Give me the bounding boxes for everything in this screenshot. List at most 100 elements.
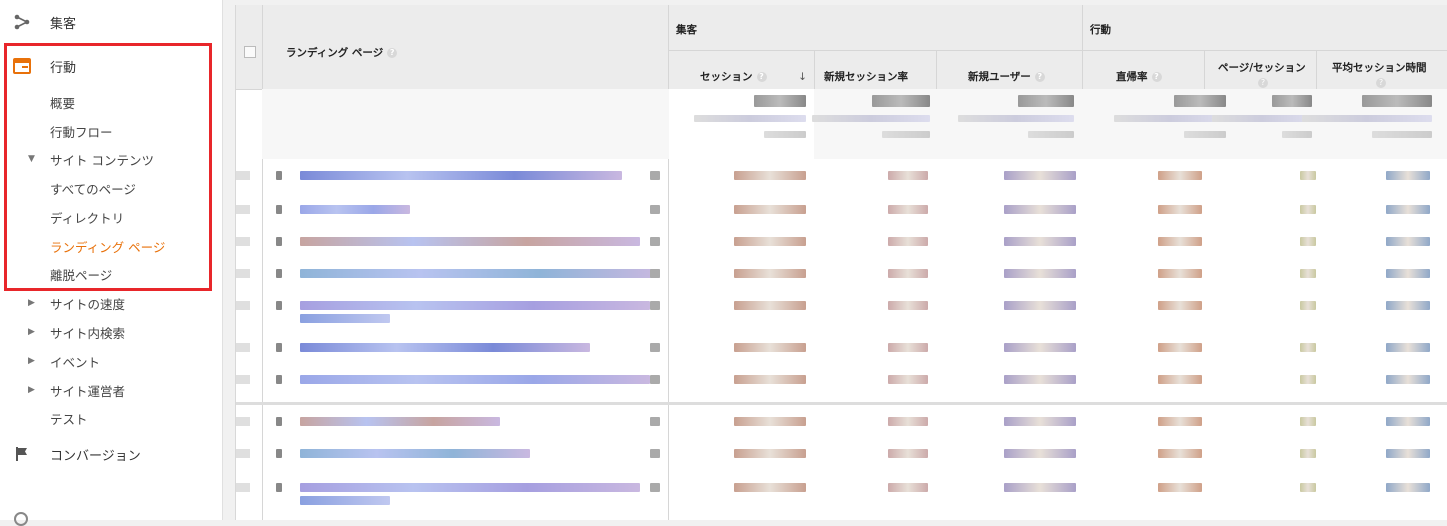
col-pages-per-session[interactable]: ページ/セッション xyxy=(1218,60,1306,75)
obscured-value xyxy=(300,171,622,180)
obscured-value xyxy=(1018,95,1074,107)
table-row[interactable] xyxy=(236,237,1447,267)
help-icon[interactable]: ? xyxy=(1376,78,1386,88)
help-icon[interactable]: ? xyxy=(1151,72,1162,82)
obscured-value xyxy=(872,95,930,107)
obscured-value xyxy=(276,269,282,278)
row-index xyxy=(236,417,250,426)
obscured-value xyxy=(888,269,928,278)
obscured-value xyxy=(650,449,660,458)
row-index xyxy=(236,449,250,458)
obscured-value xyxy=(300,205,410,214)
obscured-value xyxy=(300,237,640,246)
help-icon[interactable]: ? xyxy=(756,72,767,82)
obscured-value xyxy=(650,171,660,180)
nav-acquisition[interactable]: 集客 xyxy=(0,2,222,42)
table-row[interactable] xyxy=(236,171,1447,201)
obscured-value xyxy=(1114,115,1226,122)
search-icon[interactable] xyxy=(14,512,28,526)
acquisition-icon xyxy=(12,12,32,32)
obscured-value xyxy=(1386,483,1430,492)
obscured-value xyxy=(734,205,806,214)
table-row[interactable] xyxy=(236,449,1447,479)
expand-triangle-icon[interactable]: ▶ xyxy=(28,356,35,366)
dimension-header[interactable]: ランディング ページ? xyxy=(286,45,398,60)
obscured-value xyxy=(1300,483,1316,492)
obscured-value xyxy=(734,343,806,352)
obscured-value xyxy=(276,171,282,180)
col-avg-session-duration[interactable]: 平均セッション時間 xyxy=(1332,60,1427,75)
row-index xyxy=(236,269,250,278)
other-item[interactable]: ▶ サイト運営者 xyxy=(0,377,200,403)
other-item[interactable]: ▶ イベント xyxy=(0,348,200,374)
other-item-label: イベント xyxy=(50,354,101,370)
help-icon[interactable]: ? xyxy=(1034,72,1045,82)
other-item[interactable]: ▶ サイトの速度 xyxy=(0,290,200,316)
nav-conversion[interactable]: コンバージョン xyxy=(0,434,222,474)
select-all-checkbox[interactable] xyxy=(244,46,256,58)
sidebar: 集客 行動 概要 行動フロー ▼ サイト コンテンツ すべてのページ ディレクトリ ランディ… xyxy=(0,0,223,526)
col-new-users[interactable]: 新規ユーザー? xyxy=(968,69,1045,84)
obscured-value xyxy=(1158,343,1202,352)
obscured-value xyxy=(650,237,660,246)
obscured-value xyxy=(1004,269,1076,278)
table-row[interactable] xyxy=(236,205,1447,235)
obscured-value xyxy=(1158,483,1202,492)
obscured-value xyxy=(888,205,928,214)
other-item-label: サイト運営者 xyxy=(50,383,126,399)
row-index xyxy=(236,237,250,246)
col-sessions[interactable]: セッション? ↓ xyxy=(700,69,807,84)
obscured-value xyxy=(1158,375,1202,384)
obscured-value xyxy=(1386,375,1430,384)
col-sessions-label: セッション xyxy=(700,71,753,83)
expand-triangle-icon[interactable]: ▶ xyxy=(28,298,35,308)
obscured-value xyxy=(888,171,928,180)
other-item-label: サイト内検索 xyxy=(50,325,126,341)
obscured-value xyxy=(276,417,282,426)
sort-arrow-icon[interactable]: ↓ xyxy=(798,71,807,83)
obscured-value xyxy=(276,301,282,310)
obscured-value xyxy=(888,483,928,492)
obscured-value xyxy=(1004,483,1076,492)
table-row[interactable] xyxy=(236,375,1447,405)
table-row[interactable] xyxy=(236,417,1447,447)
obscured-value xyxy=(1386,301,1430,310)
other-item[interactable]: ▶ サイト内検索 xyxy=(0,319,200,345)
obscured-value xyxy=(650,343,660,352)
obscured-value xyxy=(1004,417,1076,426)
col-new-session-rate[interactable]: 新規セッション率 xyxy=(824,69,908,84)
obscured-value xyxy=(300,301,650,310)
expand-triangle-icon[interactable]: ▶ xyxy=(28,385,35,395)
table-row[interactable] xyxy=(236,483,1447,513)
obscured-value xyxy=(276,205,282,214)
obscured-value xyxy=(650,417,660,426)
obscured-value xyxy=(1300,375,1316,384)
table-row[interactable] xyxy=(236,269,1447,299)
obscured-value xyxy=(650,205,660,214)
col-bounce-rate-label: 直帰率 xyxy=(1116,71,1148,83)
obscured-value xyxy=(276,483,282,492)
obscured-value xyxy=(888,417,928,426)
other-item[interactable]: テスト xyxy=(0,405,200,431)
table-row[interactable] xyxy=(236,343,1447,373)
help-icon[interactable]: ? xyxy=(387,48,398,58)
data-table: ランディング ページ? 集客 行動 セッション? ↓ 新規セッション率 新規ユー… xyxy=(235,5,1447,520)
expand-triangle-icon[interactable]: ▶ xyxy=(28,327,35,337)
row-index xyxy=(236,205,250,214)
col-new-users-label: 新規ユーザー xyxy=(968,71,1031,83)
obscured-value xyxy=(764,131,806,138)
obscured-value xyxy=(1302,115,1432,122)
obscured-value xyxy=(1300,171,1316,180)
help-icon[interactable]: ? xyxy=(1258,78,1268,88)
obscured-value xyxy=(734,269,806,278)
obscured-value xyxy=(276,449,282,458)
obscured-value xyxy=(888,237,928,246)
col-bounce-rate[interactable]: 直帰率? xyxy=(1116,69,1162,84)
obscured-value xyxy=(1004,237,1076,246)
obscured-value xyxy=(650,269,660,278)
group-behavior: 行動 xyxy=(1090,24,1111,36)
obscured-value xyxy=(958,115,1074,122)
table-row[interactable] xyxy=(236,301,1447,331)
obscured-value xyxy=(1158,205,1202,214)
obscured-value xyxy=(734,301,806,310)
